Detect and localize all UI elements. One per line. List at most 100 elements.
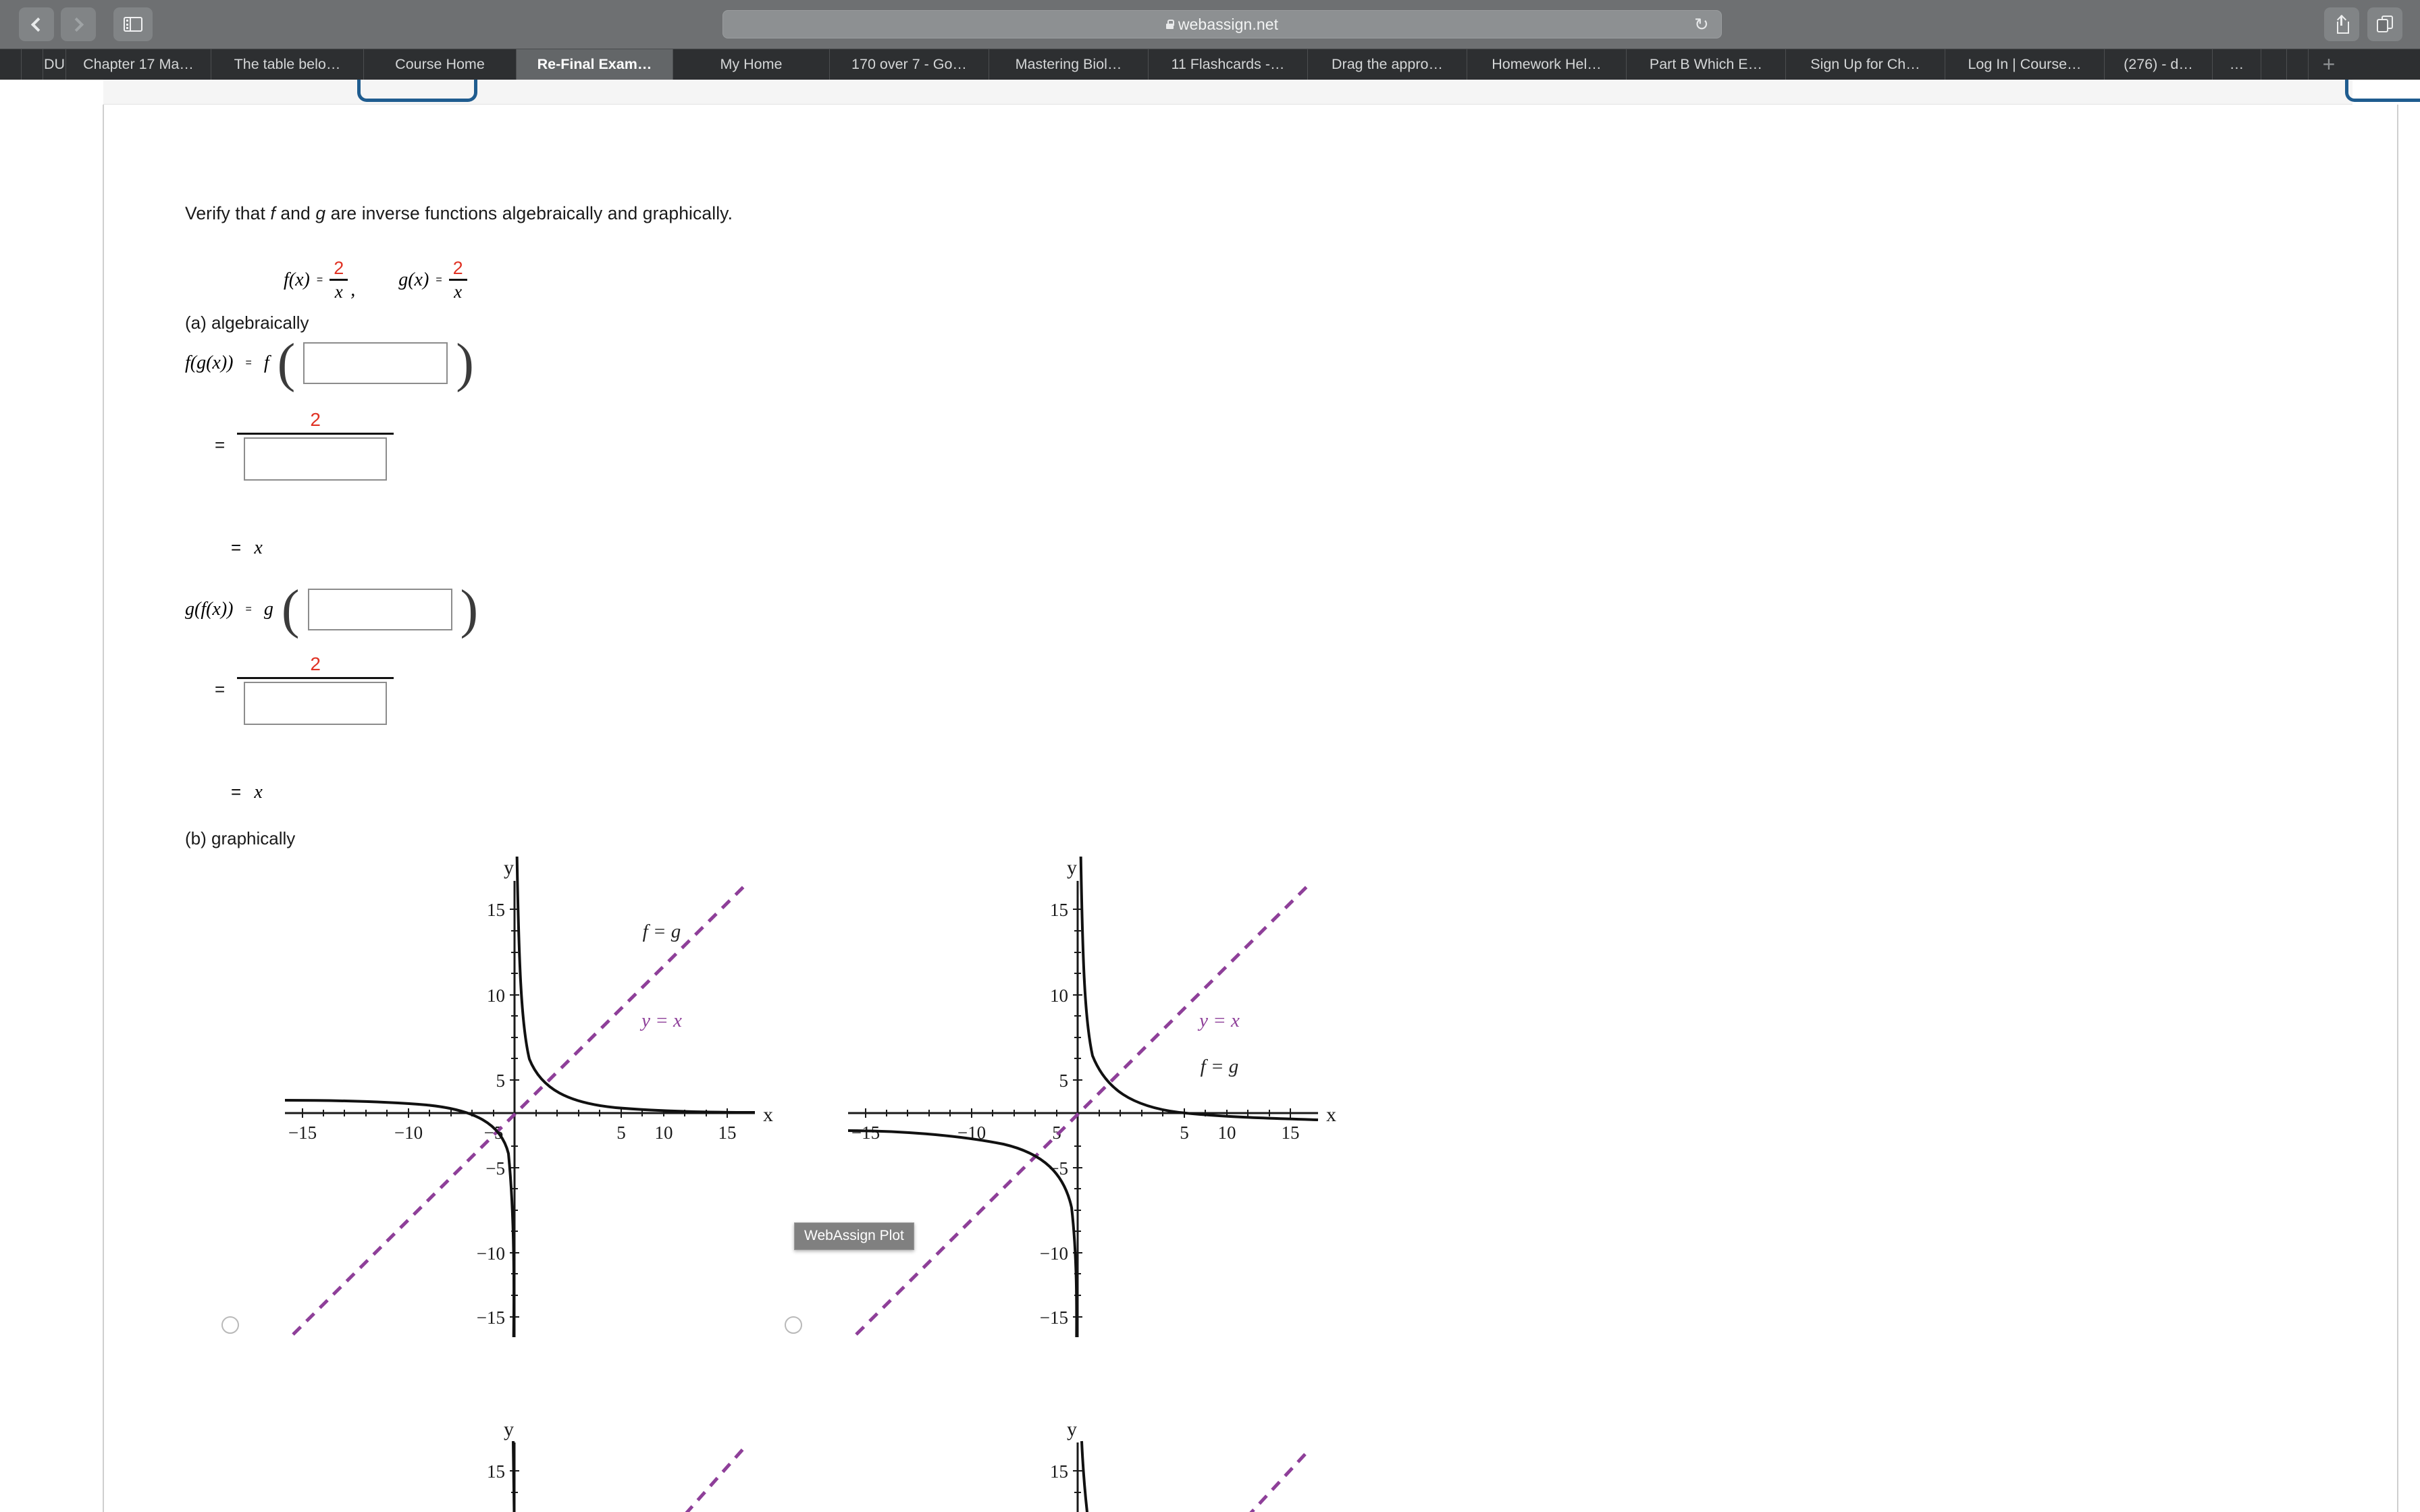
browser-tab[interactable]: 170 over 7 - Go… [830,49,989,80]
svg-text:5: 5 [1059,1071,1069,1091]
prompt-text-3: are inverse functions algebraically and … [325,203,733,223]
browser-tab-label: (276) - d… [2124,56,2193,72]
reload-icon[interactable]: ↻ [1694,16,1709,33]
page-tab-highlight-right[interactable] [2345,80,2420,102]
browser-tab-label: Sign Up for Ch… [1810,56,1920,72]
plot-option-4[interactable]: y 15 10 5 y = x f = g [841,1414,1354,1512]
share-button[interactable] [2324,7,2359,41]
svg-text:10: 10 [487,986,505,1006]
step-fgx-result-row: = x [231,537,263,559]
browser-tab[interactable]: 11 Flashcards -… [1149,49,1308,80]
browser-tab[interactable]: Course Home [364,49,517,80]
browser-tab[interactable]: Sign Up for Ch… [1786,49,1945,80]
svg-text:10: 10 [1218,1123,1236,1143]
plot-1-curve-positive [515,857,756,1114]
page-header-strip [103,80,2420,105]
plot-option-1[interactable]: y x −15 −10 −5 5 10 15 15 10 5 −5 −10 −1… [221,857,791,1337]
answer-input-fgx-denominator[interactable] [244,437,388,481]
browser-tab[interactable]: (276) - d… [2105,49,2213,80]
chevron-left-icon [30,17,46,32]
svg-text:−15: −15 [477,1307,505,1328]
lock-icon [1165,20,1175,29]
step-gfx-result-equals: = [231,782,242,802]
g-fraction-bar [448,279,467,281]
browser-tab-label: Chapter 17 Ma… [83,56,194,72]
f-name: f(x) [284,269,310,290]
sidebar-toggle-button[interactable] [113,7,153,41]
browser-tab[interactable]: Chapter 17 Ma… [66,49,211,80]
browser-tab[interactable]: The table belo… [211,49,364,80]
browser-tab-label: Log In | Course… [1968,56,2082,72]
plot-tooltip: WebAssign Plot [794,1222,914,1250]
browser-tab[interactable] [2287,49,2309,80]
question-prompt: Verify that f and g are inverse function… [185,203,733,224]
plot-1-radio[interactable] [221,1316,239,1334]
step-gfx-fraction-row: = 2 [215,653,394,725]
g-name: g(x) [398,269,429,290]
svg-text:−15: −15 [288,1123,317,1143]
f-numerator: 2 [334,258,344,278]
browser-tab-label: DU [43,56,65,72]
plot-2-label-identity: y = x [1197,1010,1240,1031]
browser-tab[interactable]: Homework Hel… [1467,49,1627,80]
function-definitions: f(x) = 2 x , g(x) = 2 x [284,259,467,301]
svg-text:−5: −5 [485,1158,505,1179]
svg-text:10: 10 [1050,986,1068,1006]
plot-2-identity-line [855,885,1309,1336]
step-fgx-frac-equals: = [215,434,226,455]
answer-input-gfx-denominator[interactable] [244,681,388,725]
answer-input-gfx[interactable] [307,589,452,631]
step-gfx-frac-bar [237,676,394,679]
plot-option-3[interactable]: y 15 10 5 y = x f = g [278,1414,791,1512]
browser-tab-label: Course Home [395,56,485,72]
browser-tab-label: … [2229,56,2244,72]
f-fraction: 2 x [330,259,348,301]
browser-tab-label: The table belo… [234,56,341,72]
browser-tab[interactable]: Part B Which E… [1627,49,1786,80]
svg-text:15: 15 [487,900,505,920]
svg-text:15: 15 [718,1123,737,1143]
browser-tab[interactable]: My Home [673,49,830,80]
f-denominator: x [334,281,343,302]
svg-text:15: 15 [1050,1461,1068,1482]
browser-tab[interactable]: Re-Final Exam… [517,49,673,80]
answer-input-fgx[interactable] [303,342,448,385]
browser-tab[interactable]: DU [43,49,66,80]
browser-tab[interactable]: Drag the appro… [1308,49,1467,80]
step-fgx-outer-fn: f [263,352,269,374]
content-divider-right [2397,105,2398,1512]
plot-option-2[interactable]: y x −15 −10 5 5 10 15 15 10 5 −5 −10 −15… [785,857,1354,1337]
svg-text:5: 5 [616,1123,626,1143]
svg-text:y: y [504,1418,514,1440]
plot-2-radio[interactable] [785,1316,802,1334]
browser-tab[interactable]: Mastering Biol… [989,49,1149,80]
url-text: webassign.net [1178,15,1279,33]
browser-tab-label: My Home [720,56,783,72]
svg-text:y: y [1067,857,1077,879]
tabs-overview-button[interactable] [2367,7,2402,41]
browser-tab-label: 11 Flashcards -… [1171,56,1285,72]
browser-tab[interactable] [0,49,22,80]
definition-comma: , [350,279,356,301]
step-fgx-open-paren: ( [277,333,296,393]
step-fgx-close-paren: ) [456,333,474,393]
browser-tab[interactable]: … [2213,49,2261,80]
page-tab-highlight-left[interactable] [357,80,477,102]
step-fgx-row: f(g(x)) = f ( ) [185,333,474,393]
plot-4-curve [1080,1440,1089,1512]
plot-4-identity-line [1249,1451,1309,1512]
step-fgx-lhs: f(g(x)) [185,352,234,374]
browser-tab[interactable]: Log In | Course… [1945,49,2105,80]
step-gfx-frac-numerator: 2 [310,653,321,674]
forward-button[interactable] [61,7,96,41]
new-tab-button[interactable]: + [2309,49,2349,80]
sidebar-icon [124,17,142,32]
navigation-buttons [19,7,96,41]
browser-tab-label: Homework Hel… [1492,56,1602,72]
back-button[interactable] [19,7,54,41]
address-bar[interactable]: webassign.net ↻ [722,10,1722,38]
step-gfx-lhs: g(f(x)) [185,599,234,620]
browser-tab[interactable] [22,49,43,80]
browser-tab[interactable] [2261,49,2287,80]
svg-text:10: 10 [655,1123,673,1143]
